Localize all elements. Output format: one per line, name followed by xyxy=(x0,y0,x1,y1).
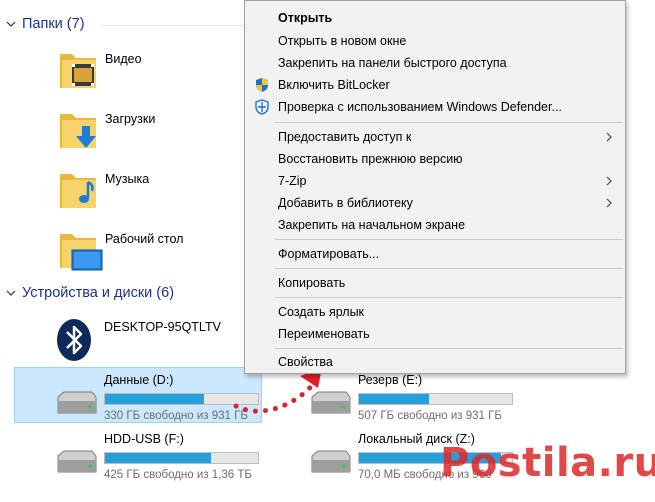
menu-item-pin-quick-access[interactable]: Закрепить на панели быстрого доступа xyxy=(245,52,625,74)
menu-item-pin-start[interactable]: Закрепить на начальном экране xyxy=(245,214,625,236)
menu-item-open-new-window[interactable]: Открыть в новом окне xyxy=(245,30,625,52)
menu-item-label: Свойства xyxy=(278,355,333,369)
menu-item-bitlocker[interactable]: Включить BitLocker xyxy=(245,74,625,96)
menu-item-restore-previous[interactable]: Восстановить прежнюю версию xyxy=(245,148,625,170)
menu-item-label: Создать ярлык xyxy=(278,305,365,319)
menu-item-copy[interactable]: Копировать xyxy=(245,272,625,294)
menu-item-label: Закрепить на панели быстрого доступа xyxy=(278,56,507,70)
menu-separator xyxy=(275,297,623,298)
menu-separator xyxy=(275,239,623,240)
menu-item-label: Форматировать... xyxy=(278,247,380,261)
menu-separator xyxy=(275,122,623,123)
menu-item-label: Переименовать xyxy=(278,327,370,341)
menu-separator xyxy=(275,348,623,349)
menu-item-format[interactable]: Форматировать... xyxy=(245,243,625,265)
menu-item-give-access[interactable]: Предоставить доступ к xyxy=(245,126,625,148)
menu-item-label: Открыть xyxy=(278,11,333,25)
watermark: Postila.ru xyxy=(440,440,655,486)
menu-item-label: Копировать xyxy=(278,276,346,290)
menu-item-label: Включить BitLocker xyxy=(278,78,390,92)
menu-item-label: Восстановить прежнюю версию xyxy=(278,152,463,166)
menu-item-label: Добавить в библиотеку xyxy=(278,196,413,210)
menu-item-open[interactable]: Открыть xyxy=(245,7,625,29)
menu-item-add-to-library[interactable]: Добавить в библиотеку xyxy=(245,192,625,214)
chevron-right-icon xyxy=(606,198,612,208)
chevron-right-icon xyxy=(606,176,612,186)
menu-item-rename[interactable]: Переименовать xyxy=(245,323,625,345)
chevron-right-icon xyxy=(606,132,612,142)
menu-item-label: 7-Zip xyxy=(278,174,307,188)
menu-item-7zip[interactable]: 7-Zip xyxy=(245,170,625,192)
menu-item-label: Предоставить доступ к xyxy=(278,130,412,144)
menu-item-label: Открыть в новом окне xyxy=(278,34,407,48)
menu-item-label: Закрепить на начальном экране xyxy=(278,218,466,232)
menu-separator xyxy=(275,268,623,269)
menu-item-label: Проверка с использованием Windows Defend… xyxy=(278,100,562,114)
windows-defender-icon xyxy=(255,99,269,115)
menu-item-defender[interactable]: Проверка с использованием Windows Defend… xyxy=(245,96,625,118)
menu-item-properties[interactable]: Свойства xyxy=(245,351,625,373)
menu-item-create-shortcut[interactable]: Создать ярлык xyxy=(245,301,625,323)
shield-icon xyxy=(256,78,268,92)
context-menu: Открыть Открыть в новом окне Закрепить н… xyxy=(244,0,626,374)
